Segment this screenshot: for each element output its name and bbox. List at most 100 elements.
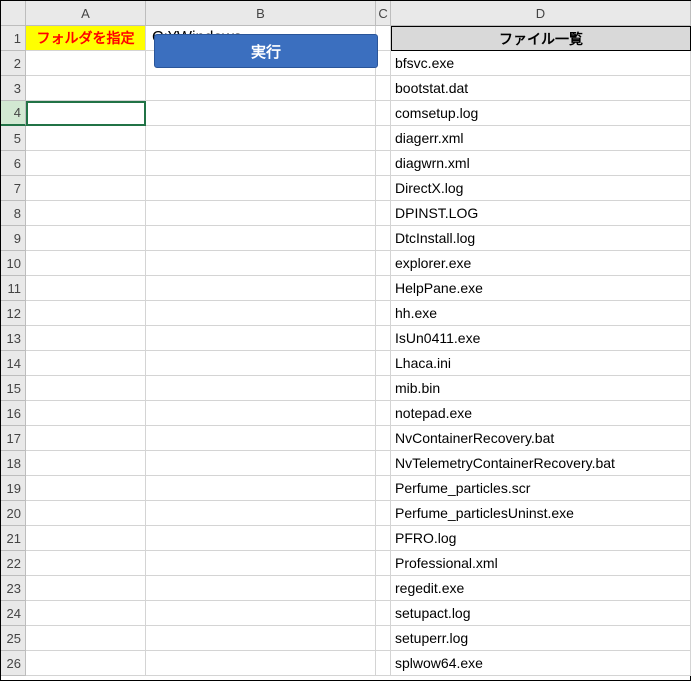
cell-B21[interactable] [146, 526, 376, 551]
cell-C17[interactable] [376, 426, 391, 451]
cell-C24[interactable] [376, 601, 391, 626]
cell-D22[interactable]: Professional.xml [391, 551, 691, 576]
row-header-6[interactable]: 6 [1, 151, 26, 176]
row-header-25[interactable]: 25 [1, 626, 26, 651]
row-header-13[interactable]: 13 [1, 326, 26, 351]
column-header-C[interactable]: C [376, 1, 391, 26]
row-header-26[interactable]: 26 [1, 651, 26, 676]
cell-C20[interactable] [376, 501, 391, 526]
cell-A13[interactable] [26, 326, 146, 351]
row-header-16[interactable]: 16 [1, 401, 26, 426]
cell-B17[interactable] [146, 426, 376, 451]
cell-D7[interactable]: DirectX.log [391, 176, 691, 201]
cell-D8[interactable]: DPINST.LOG [391, 201, 691, 226]
cell-A12[interactable] [26, 301, 146, 326]
select-all-corner[interactable] [1, 1, 26, 26]
row-header-8[interactable]: 8 [1, 201, 26, 226]
row-header-7[interactable]: 7 [1, 176, 26, 201]
cell-B26[interactable] [146, 651, 376, 676]
cell-A17[interactable] [26, 426, 146, 451]
cell-B6[interactable] [146, 151, 376, 176]
cell-B5[interactable] [146, 126, 376, 151]
cell-B19[interactable] [146, 476, 376, 501]
cell-D2[interactable]: bfsvc.exe [391, 51, 691, 76]
cell-B12[interactable] [146, 301, 376, 326]
cell-A26[interactable] [26, 651, 146, 676]
cell-B7[interactable] [146, 176, 376, 201]
cell-D6[interactable]: diagwrn.xml [391, 151, 691, 176]
cell-A18[interactable] [26, 451, 146, 476]
cell-C3[interactable] [376, 76, 391, 101]
row-header-5[interactable]: 5 [1, 126, 26, 151]
cell-D13[interactable]: IsUn0411.exe [391, 326, 691, 351]
row-header-1[interactable]: 1 [1, 26, 26, 51]
cell-B20[interactable] [146, 501, 376, 526]
column-header-D[interactable]: D [391, 1, 691, 26]
cell-C7[interactable] [376, 176, 391, 201]
cell-A4[interactable] [26, 101, 146, 126]
cell-D14[interactable]: Lhaca.ini [391, 351, 691, 376]
cell-D16[interactable]: notepad.exe [391, 401, 691, 426]
cell-C26[interactable] [376, 651, 391, 676]
cell-C4[interactable] [376, 101, 391, 126]
cell-D12[interactable]: hh.exe [391, 301, 691, 326]
cell-B23[interactable] [146, 576, 376, 601]
cell-A20[interactable] [26, 501, 146, 526]
cell-C16[interactable] [376, 401, 391, 426]
row-header-3[interactable]: 3 [1, 76, 26, 101]
cell-A9[interactable] [26, 226, 146, 251]
row-header-14[interactable]: 14 [1, 351, 26, 376]
cell-D10[interactable]: explorer.exe [391, 251, 691, 276]
cell-B22[interactable] [146, 551, 376, 576]
cell-B18[interactable] [146, 451, 376, 476]
execute-button[interactable]: 実行 [154, 34, 378, 68]
cell-B24[interactable] [146, 601, 376, 626]
cell-A19[interactable] [26, 476, 146, 501]
cell-D23[interactable]: regedit.exe [391, 576, 691, 601]
row-header-18[interactable]: 18 [1, 451, 26, 476]
cell-D4[interactable]: comsetup.log [391, 101, 691, 126]
cell-C12[interactable] [376, 301, 391, 326]
row-header-2[interactable]: 2 [1, 51, 26, 76]
cell-A25[interactable] [26, 626, 146, 651]
cell-A3[interactable] [26, 76, 146, 101]
cell-C14[interactable] [376, 351, 391, 376]
cell-C19[interactable] [376, 476, 391, 501]
row-header-21[interactable]: 21 [1, 526, 26, 551]
cell-D5[interactable]: diagerr.xml [391, 126, 691, 151]
cell-C11[interactable] [376, 276, 391, 301]
cell-A24[interactable] [26, 601, 146, 626]
cell-D20[interactable]: Perfume_particlesUninst.exe [391, 501, 691, 526]
cell-B11[interactable] [146, 276, 376, 301]
cell-B3[interactable] [146, 76, 376, 101]
cell-C15[interactable] [376, 376, 391, 401]
cell-C8[interactable] [376, 201, 391, 226]
cell-C10[interactable] [376, 251, 391, 276]
cell-D18[interactable]: NvTelemetryContainerRecovery.bat [391, 451, 691, 476]
cell-A14[interactable] [26, 351, 146, 376]
cell-A1[interactable]: フォルダを指定 [26, 26, 146, 51]
cell-D1[interactable]: ファイル一覧 [391, 26, 691, 51]
cell-D17[interactable]: NvContainerRecovery.bat [391, 426, 691, 451]
row-header-24[interactable]: 24 [1, 601, 26, 626]
cell-C23[interactable] [376, 576, 391, 601]
row-header-4[interactable]: 4 [1, 101, 26, 126]
cell-C9[interactable] [376, 226, 391, 251]
cell-B16[interactable] [146, 401, 376, 426]
row-header-10[interactable]: 10 [1, 251, 26, 276]
cell-B9[interactable] [146, 226, 376, 251]
column-header-A[interactable]: A [26, 1, 146, 26]
cell-B13[interactable] [146, 326, 376, 351]
cell-C6[interactable] [376, 151, 391, 176]
row-header-22[interactable]: 22 [1, 551, 26, 576]
cell-A15[interactable] [26, 376, 146, 401]
row-header-17[interactable]: 17 [1, 426, 26, 451]
row-header-23[interactable]: 23 [1, 576, 26, 601]
cell-D24[interactable]: setupact.log [391, 601, 691, 626]
cell-B8[interactable] [146, 201, 376, 226]
row-header-9[interactable]: 9 [1, 226, 26, 251]
cell-D26[interactable]: splwow64.exe [391, 651, 691, 676]
cell-B15[interactable] [146, 376, 376, 401]
cell-C25[interactable] [376, 626, 391, 651]
cell-A10[interactable] [26, 251, 146, 276]
